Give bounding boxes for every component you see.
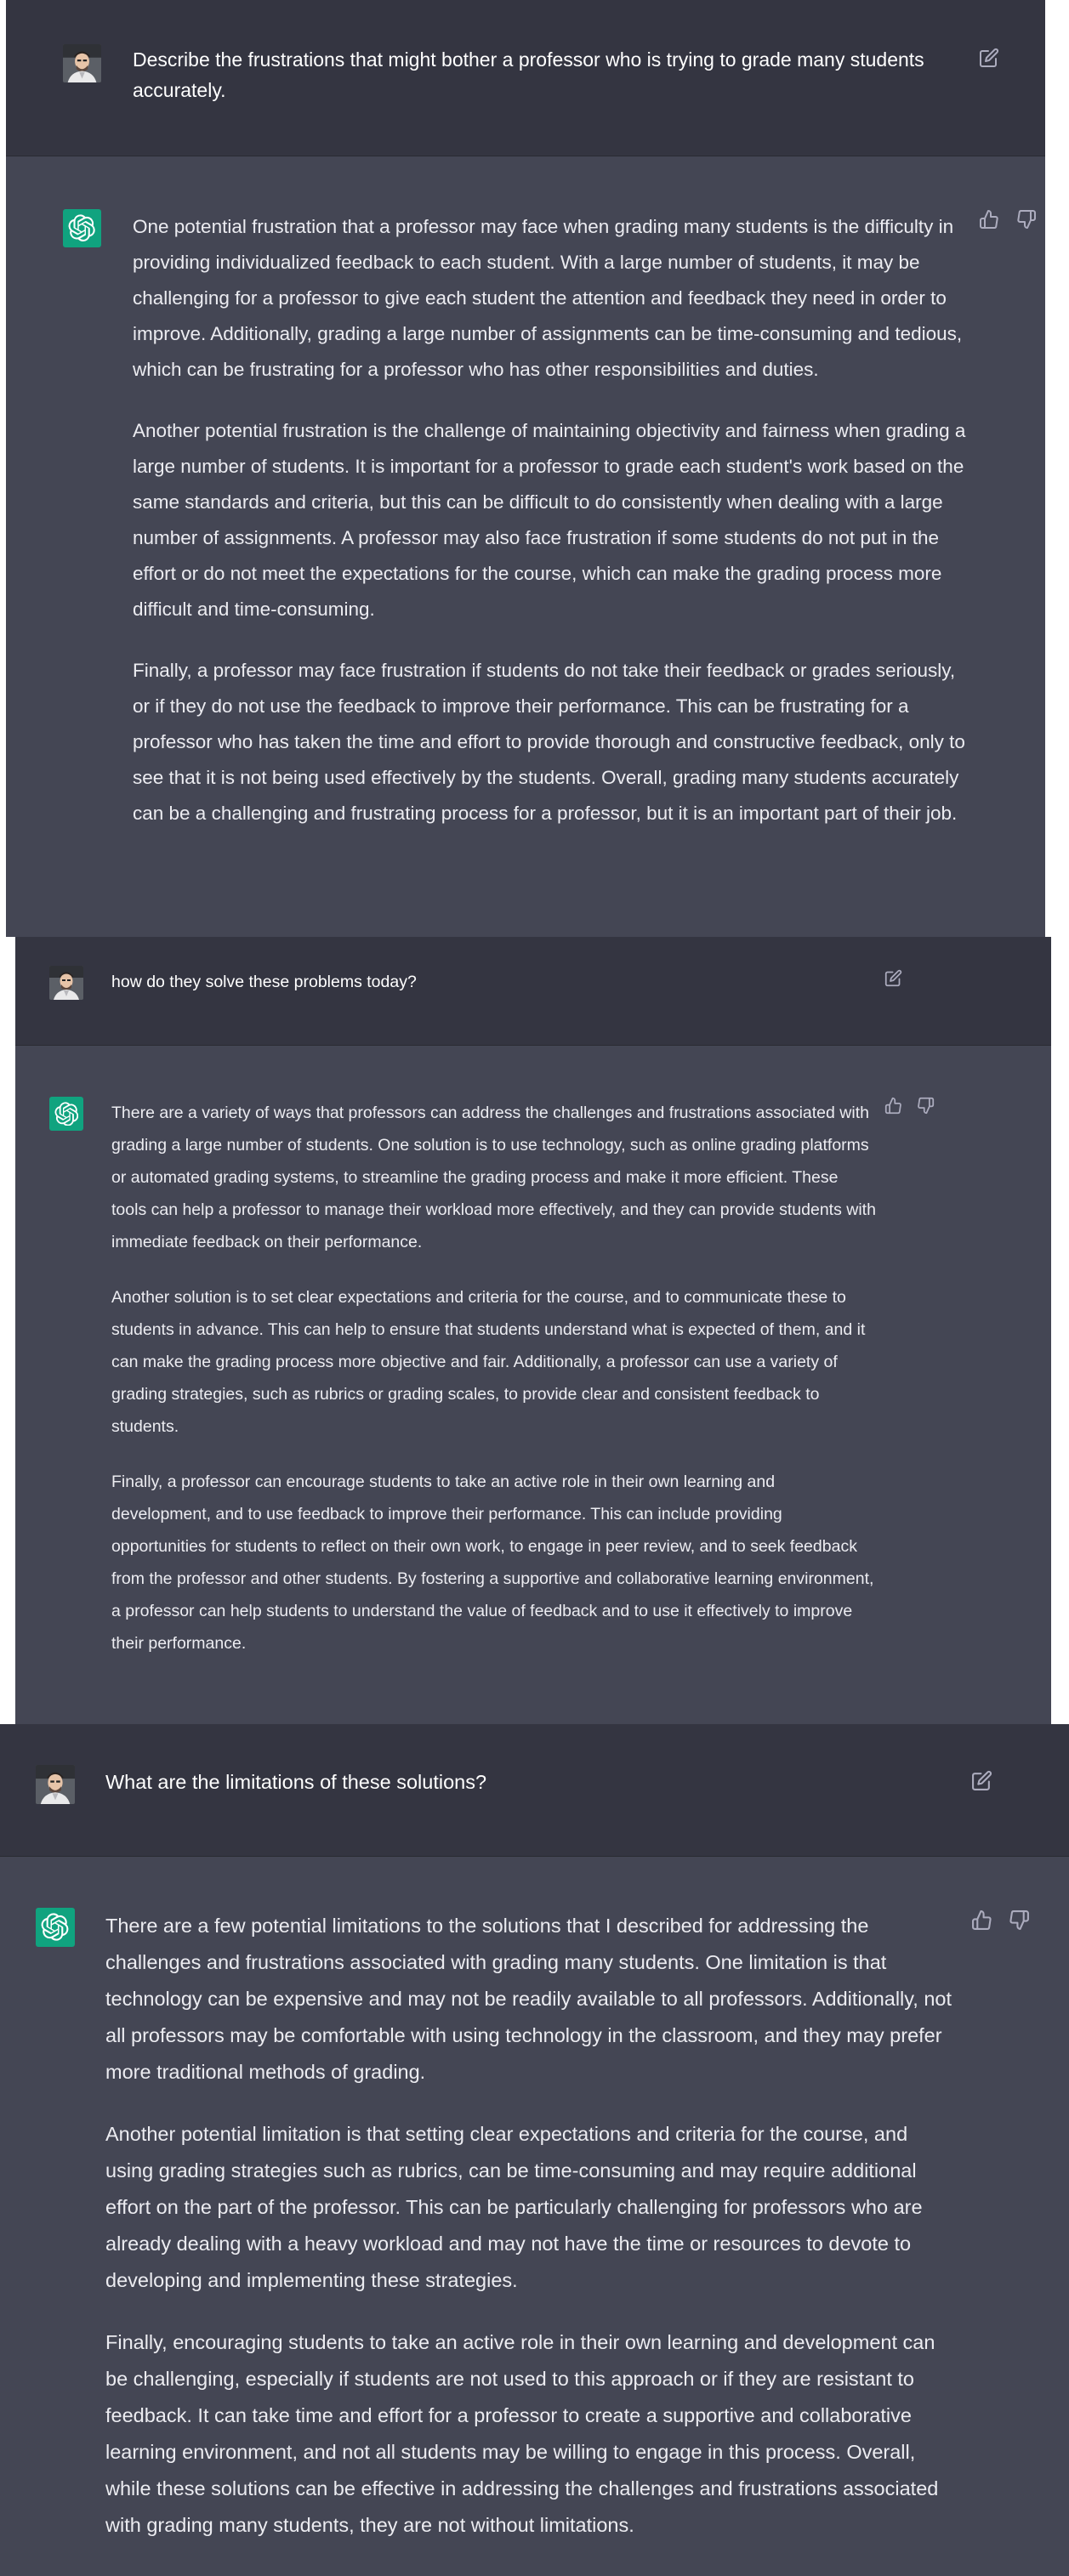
- user-message-row: Describe the frustrations that might bot…: [6, 0, 1045, 156]
- assistant-paragraph: One potential frustration that a profess…: [133, 216, 963, 380]
- openai-logo-icon: [36, 1908, 75, 1947]
- openai-logo-icon: [49, 1097, 83, 1131]
- thumbs-down-icon[interactable]: [1009, 1909, 1030, 1931]
- thumbs-down-icon[interactable]: [917, 1097, 935, 1115]
- user-message-text: how do they solve these problems today?: [111, 973, 417, 991]
- assistant-message-row: There are a variety of ways that profess…: [15, 1046, 1051, 1724]
- assistant-message-text: There are a variety of ways that profess…: [111, 1097, 877, 1660]
- assistant-paragraph: Another potential limitation is that set…: [105, 2123, 923, 2291]
- thumbs-up-icon[interactable]: [971, 1909, 992, 1931]
- user-avatar: [49, 966, 83, 1000]
- assistant-paragraph: Another solution is to set clear expecta…: [111, 1288, 866, 1436]
- assistant-paragraph: Finally, a professor may face frustratio…: [133, 660, 965, 824]
- assistant-message-row: One potential frustration that a profess…: [6, 156, 1045, 937]
- assistant-paragraph: Finally, a professor can encourage stude…: [111, 1472, 874, 1653]
- assistant-message-row: There are a few potential limitations to…: [0, 1857, 1069, 2576]
- assistant-paragraph: Finally, encouraging students to take an…: [105, 2331, 939, 2536]
- assistant-message-text: One potential frustration that a profess…: [133, 209, 975, 831]
- assistant-message-text: There are a few potential limitations to…: [105, 1908, 956, 2544]
- assistant-paragraph: There are a few potential limitations to…: [105, 1915, 952, 2083]
- edit-icon[interactable]: [979, 48, 999, 68]
- user-avatar: [63, 44, 101, 82]
- thumbs-up-icon[interactable]: [884, 1097, 902, 1115]
- assistant-paragraph: There are a variety of ways that profess…: [111, 1104, 876, 1251]
- assistant-paragraph: Another potential frustration is the cha…: [133, 420, 966, 620]
- edit-icon[interactable]: [971, 1770, 992, 1791]
- user-avatar: [36, 1765, 75, 1804]
- openai-logo-icon: [63, 209, 101, 247]
- user-message-text: Describe the frustrations that might bot…: [133, 48, 924, 101]
- thumbs-up-icon[interactable]: [979, 209, 999, 230]
- thumbs-down-icon[interactable]: [1016, 209, 1037, 230]
- user-message-row: how do they solve these problems today?: [15, 937, 1051, 1046]
- user-message-text: What are the limitations of these soluti…: [105, 1771, 487, 1793]
- edit-icon[interactable]: [884, 969, 902, 987]
- user-message-row: What are the limitations of these soluti…: [0, 1724, 1069, 1857]
